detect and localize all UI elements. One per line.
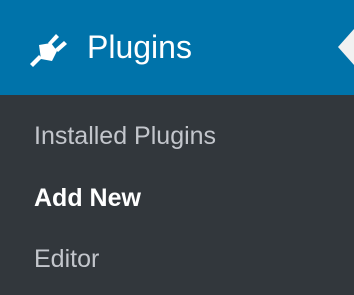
plugins-menu-title: Plugins xyxy=(87,29,192,65)
submenu-item-add-new[interactable]: Add New xyxy=(34,181,141,215)
plugins-menu: Plugins Installed Plugins Add New Editor xyxy=(0,0,354,295)
current-menu-pointer xyxy=(338,29,354,65)
plugins-menu-header[interactable]: Plugins xyxy=(0,0,354,95)
plugin-icon xyxy=(30,34,67,67)
submenu-item-installed-plugins[interactable]: Installed Plugins xyxy=(34,119,216,153)
plugins-submenu: Installed Plugins Add New Editor xyxy=(0,95,354,295)
submenu-item-editor[interactable]: Editor xyxy=(34,242,99,276)
